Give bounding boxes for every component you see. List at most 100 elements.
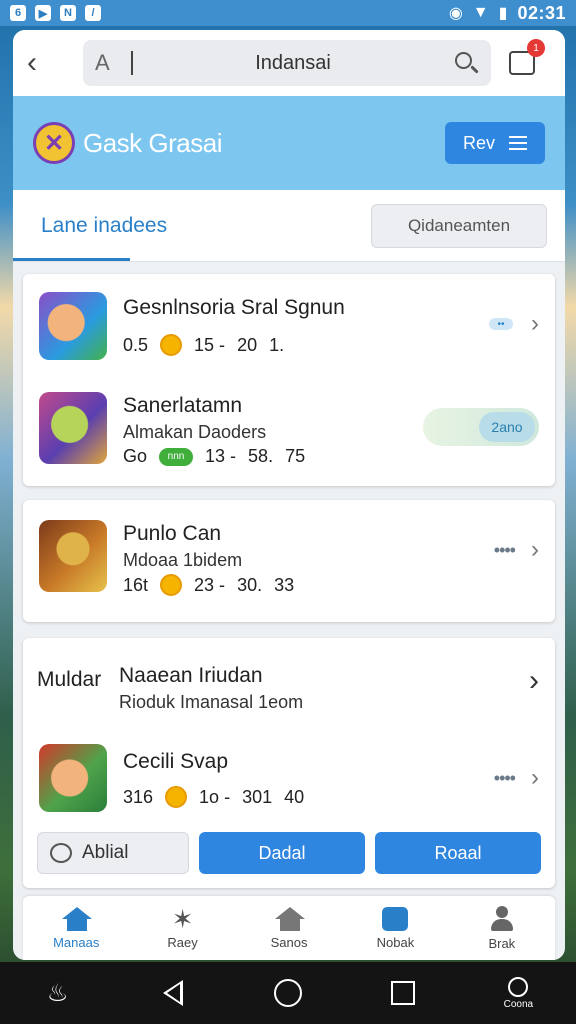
rev-menu-button[interactable]: Rev: [445, 122, 545, 164]
coin-icon: [165, 786, 188, 808]
dadal-button[interactable]: Dadal: [199, 832, 365, 874]
play-icon: ▶: [35, 5, 51, 21]
meta-range-start: 23 -: [194, 574, 226, 595]
wifi-icon: ◉: [448, 5, 463, 22]
system-extra-button[interactable]: Coona: [488, 976, 548, 1010]
game-title: Gesnlnsoria Sral Sgnun: [123, 296, 345, 319]
back-arrow-icon[interactable]: ‹: [27, 48, 63, 78]
more-dots-icon[interactable]: ••••: [494, 540, 516, 561]
system-extra-label: Coona: [503, 998, 534, 1010]
cart-icon[interactable]: 1: [509, 39, 545, 75]
nav-item-sanos[interactable]: Sanos: [236, 896, 342, 960]
home-circle-icon: [273, 979, 302, 1007]
nav-label: Nobak: [376, 934, 415, 950]
coin-icon: [160, 334, 183, 356]
app-logo-icon: ✕: [33, 122, 75, 164]
search-query: Indansai: [255, 51, 331, 74]
list-item[interactable]: Gesnlnsoria Sral Sgnun 0.5 15 - 20 1. ••…: [39, 292, 539, 360]
game-card: Muldar Naaean Iriudan Rioduk Imanasal 1e…: [23, 638, 555, 888]
status-time: 02:31: [517, 2, 566, 23]
search-icon[interactable]: [453, 50, 479, 76]
game-thumbnail: [39, 292, 107, 360]
game-meta: 316 1o - 301 40: [123, 786, 304, 808]
font-icon: A: [95, 50, 110, 75]
cart-badge: 1: [527, 39, 545, 57]
tab-secondary-button[interactable]: Qidaneamten: [371, 203, 547, 248]
nav-item-raey[interactable]: ✶ Raey: [129, 896, 235, 960]
chevron-right-icon[interactable]: ›: [531, 536, 539, 564]
flame-icon: ♨: [46, 979, 69, 1007]
gallery-icon: [382, 906, 409, 931]
nav-item-brak[interactable]: Brak: [449, 896, 555, 960]
status-bar: 6 ▶ N / ◉ ▼ ▮ 02:31: [0, 0, 576, 26]
app-title: Gask Grasai: [83, 127, 223, 158]
hamburger-menu-icon: [509, 136, 527, 150]
more-dots-icon[interactable]: ••••: [494, 768, 516, 789]
game-thumbnail: [39, 520, 107, 592]
rating-value: 316: [123, 786, 154, 807]
system-recents-button[interactable]: [373, 981, 433, 1005]
top-bar: ‹ A Indansai 1: [13, 30, 565, 96]
rating-value: 0.5: [123, 334, 149, 355]
assistant-button[interactable]: ♨: [28, 979, 88, 1008]
rating-value: 16t: [123, 574, 149, 595]
section-label: Muldar: [37, 668, 102, 691]
chevron-right-icon[interactable]: ›: [529, 664, 539, 698]
meta-range-end: 30.: [237, 574, 263, 595]
system-home-button[interactable]: [258, 979, 318, 1007]
rating-value: Go: [123, 446, 148, 466]
more-dots-icon[interactable]: ••: [489, 318, 513, 330]
nav-label: Raey: [167, 934, 198, 950]
list-item[interactable]: Cecili Svap 316 1o - 301 40 •••• ›: [39, 744, 539, 816]
ablial-button[interactable]: Ablial: [37, 832, 189, 874]
meta-range-start: 15 -: [194, 334, 226, 355]
list-item[interactable]: Punlo Can Mdoaa 1bidem 16t 23 - 30. 33 •…: [39, 520, 539, 596]
person-icon: [489, 905, 515, 932]
meta-range-end: 301: [242, 786, 273, 807]
nav-label: Sanos: [270, 934, 308, 950]
system-back-button[interactable]: [143, 980, 203, 1006]
nav-label: Brak: [488, 935, 516, 951]
ablial-button-label: Ablial: [82, 842, 129, 863]
tab-active[interactable]: Lane inadees: [41, 190, 167, 262]
meta-extra: 75: [285, 446, 306, 466]
recents-square-icon: [391, 981, 416, 1005]
list-item[interactable]: Muldar Naaean Iriudan Rioduk Imanasal 1e…: [37, 660, 539, 716]
home-icon: [62, 906, 93, 931]
signal-icon: ▼: [472, 4, 489, 21]
tab-row: Lane inadees Qidaneamten: [13, 190, 565, 262]
game-title: Naaean Iriudan: [119, 664, 263, 687]
action-button-row: Ablial Dadal Roaal: [37, 832, 541, 874]
chevron-right-icon[interactable]: ›: [531, 310, 539, 338]
toggle-switch[interactable]: 2ano: [423, 408, 539, 446]
meta-extra: 40: [284, 786, 305, 807]
system-nav-bar: ♨ Coona: [0, 962, 576, 1024]
game-thumbnail: [39, 392, 107, 464]
game-meta: 0.5 15 - 20 1.: [123, 334, 284, 356]
game-subtitle: Almakan Daoders: [123, 422, 267, 442]
chat-icon: [50, 843, 72, 863]
game-card: Gesnlnsoria Sral Sgnun 0.5 15 - 20 1. ••…: [23, 274, 555, 486]
chevron-right-icon[interactable]: ›: [531, 764, 539, 792]
note-icon: /: [85, 5, 101, 21]
meta-extra: 1.: [269, 334, 285, 355]
search-input[interactable]: A Indansai: [83, 40, 491, 86]
rev-button-label: Rev: [462, 132, 495, 153]
meta-range-end: 20: [237, 334, 258, 355]
roaal-button[interactable]: Roaal: [375, 832, 541, 874]
tab-underline: [13, 258, 130, 261]
game-meta: 16t 23 - 30. 33: [123, 574, 294, 596]
nav-label: Manaas: [53, 934, 100, 950]
coin-icon: [160, 574, 183, 596]
nav-item-home[interactable]: Manaas: [23, 896, 129, 960]
game-title: Punlo Can: [123, 522, 222, 545]
list-item[interactable]: Sanerlatamn Almakan Daoders Go nnn 13 - …: [39, 392, 539, 468]
meta-range-start: 1o -: [199, 786, 231, 807]
game-title: Cecili Svap: [123, 750, 229, 773]
app-panel: ‹ A Indansai 1 ✕ Gask Grasai Rev Lane in…: [13, 30, 565, 960]
star-icon: ✶: [171, 903, 194, 934]
game-subtitle: Mdoaa 1bidem: [123, 550, 243, 570]
game-title: Sanerlatamn: [123, 394, 243, 417]
game-card: Punlo Can Mdoaa 1bidem 16t 23 - 30. 33 •…: [23, 500, 555, 622]
nav-item-nobak[interactable]: Nobak: [342, 896, 448, 960]
